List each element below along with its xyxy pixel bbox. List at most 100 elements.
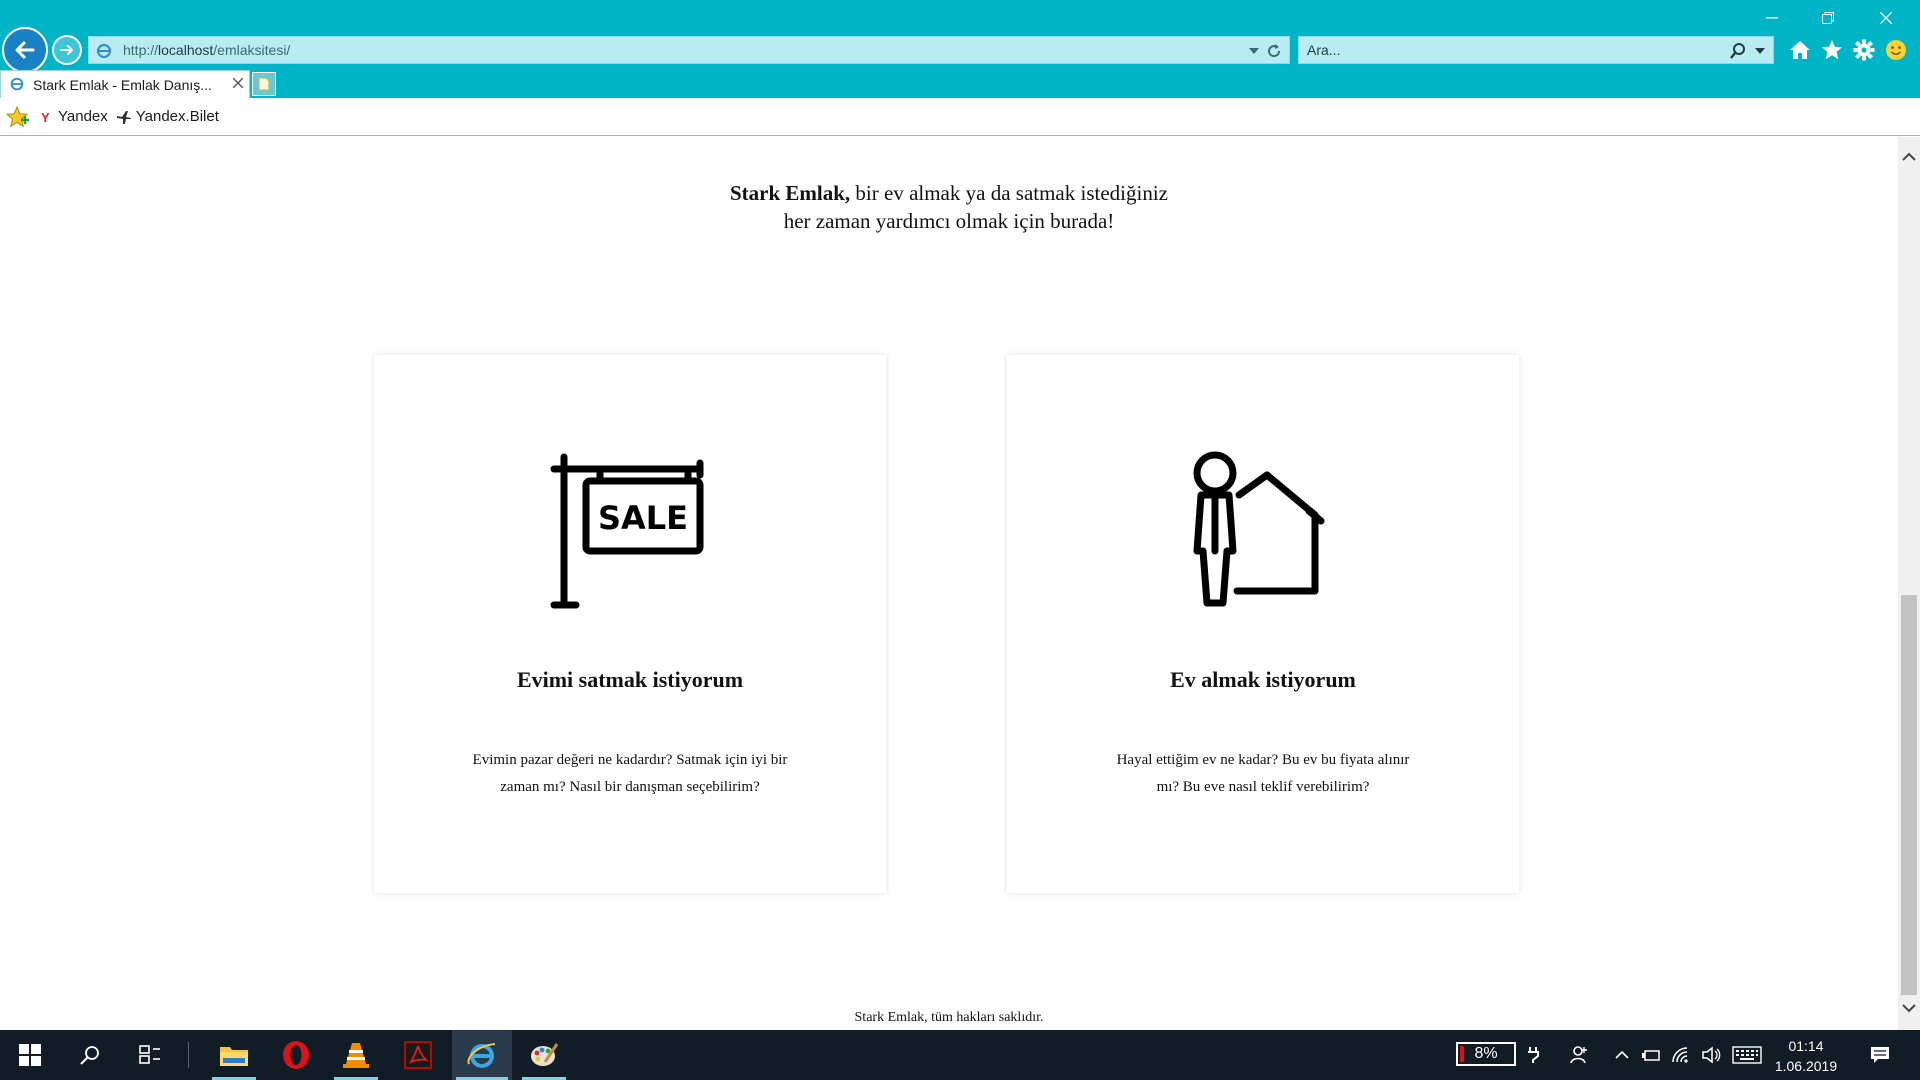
power-plug-icon	[1520, 1030, 1546, 1080]
chevron-down-icon[interactable]	[1755, 47, 1765, 55]
scroll-thumb[interactable]	[1901, 595, 1917, 995]
intro-tagline: Stark Emlak, bir ev almak ya da satmak i…	[0, 179, 1898, 235]
paint-icon	[531, 1043, 559, 1066]
tagline-text: bir ev almak ya da satmak istediğiniz	[850, 181, 1168, 205]
start-button[interactable]	[0, 1030, 60, 1080]
taskbar-app-internet-explorer[interactable]	[452, 1030, 512, 1080]
favorite-yandex[interactable]: Y Yandex	[38, 108, 108, 125]
person-house-icon	[1193, 451, 1325, 607]
scroll-down-button[interactable]	[1901, 1000, 1917, 1016]
new-tab-icon	[258, 77, 270, 91]
task-view-icon	[139, 1045, 160, 1064]
favorites-button[interactable]	[1816, 36, 1848, 64]
sell-home-card[interactable]: SALE Evimi satmak istiyorum Evimin pazar…	[374, 355, 886, 893]
favorite-yandex-bilet[interactable]: Yandex.Bilet	[116, 108, 219, 125]
taskbar-clock[interactable]: 01:14 1.06.2019	[1766, 1036, 1846, 1076]
tab-bar: Stark Emlak - Emlak Danış...	[0, 70, 1920, 98]
page-viewport: Stark Emlak, bir ev almak ya da satmak i…	[0, 137, 1898, 1030]
arrow-left-icon	[15, 41, 35, 59]
volume-button[interactable]	[1698, 1030, 1724, 1080]
taskbar-app-paint[interactable]	[518, 1030, 570, 1080]
browser-chrome: http://localhost/emlaksitesi/ Ara... Sta…	[0, 0, 1920, 98]
card-description-line: Evimin pazar değeri ne kadardır? Satmak …	[472, 752, 788, 768]
clock-time: 01:14	[1788, 1038, 1824, 1054]
close-icon	[1880, 12, 1892, 24]
toolbar-icons	[1784, 36, 1912, 64]
usb-device-icon	[1642, 1050, 1660, 1061]
home-icon	[1790, 41, 1810, 59]
plane-icon	[116, 110, 131, 124]
action-center-button[interactable]	[1862, 1030, 1898, 1080]
chevron-down-icon	[1902, 1004, 1916, 1013]
address-bar[interactable]: http://localhost/emlaksitesi/	[88, 36, 1290, 64]
brand-name: Stark Emlak,	[729, 181, 851, 205]
forward-button[interactable]	[52, 35, 82, 65]
minimize-icon	[1766, 17, 1778, 19]
yandex-icon: Y	[38, 108, 52, 125]
battery-level-fill	[1460, 1046, 1464, 1062]
home-button[interactable]	[1784, 36, 1816, 64]
wifi-icon	[1672, 1047, 1688, 1063]
internet-explorer-icon	[467, 1043, 496, 1068]
url-text: http://localhost/emlaksitesi/	[123, 42, 291, 58]
favorite-label: Yandex.Bilet	[135, 108, 219, 125]
close-window-button[interactable]	[1858, 4, 1914, 32]
speaker-icon	[1702, 1046, 1721, 1064]
acrobat-icon	[404, 1041, 432, 1069]
card-title: Evimi satmak istiyorum	[516, 667, 744, 692]
battery-indicator[interactable]: 8%	[1456, 1042, 1516, 1066]
search-icon	[80, 1046, 99, 1065]
people-button[interactable]	[1564, 1030, 1594, 1080]
taskbar-app-vlc[interactable]	[330, 1030, 382, 1080]
arrow-right-icon	[60, 45, 73, 55]
card-description: Hayal ettiğim ev ne kadar? Bu ev bu fiya…	[1079, 747, 1447, 801]
wifi-button[interactable]	[1668, 1030, 1694, 1080]
people-icon	[1570, 1046, 1587, 1064]
add-favorites-icon[interactable]	[6, 105, 30, 128]
taskbar-search-button[interactable]	[62, 1030, 118, 1080]
card-description-line: zaman mı? Nasıl bir danışman seçebilirim…	[500, 779, 760, 795]
windows-taskbar: 8% 01:14 1.06.2019	[0, 1030, 1920, 1080]
taskbar-app-opera[interactable]	[270, 1030, 322, 1080]
taskbar-divider	[188, 1042, 189, 1068]
back-button[interactable]	[2, 27, 48, 73]
battery-percent: 8%	[1474, 1045, 1498, 1062]
ie-page-icon	[96, 43, 112, 59]
windows-logo-icon	[19, 1044, 41, 1066]
chevron-up-icon	[1615, 1050, 1629, 1059]
scroll-up-button[interactable]	[1901, 149, 1917, 165]
refresh-icon[interactable]	[1265, 42, 1283, 60]
chevron-down-icon[interactable]	[1249, 47, 1259, 55]
show-hidden-icons-button[interactable]	[1610, 1030, 1634, 1080]
search-box[interactable]: Ara...	[1298, 36, 1774, 64]
tab-active[interactable]: Stark Emlak - Emlak Danış...	[0, 70, 250, 98]
clock-date: 1.06.2019	[1774, 1058, 1838, 1074]
keyboard-icon	[1732, 1046, 1762, 1064]
file-explorer-icon	[220, 1047, 248, 1066]
new-tab-button[interactable]	[252, 72, 276, 96]
search-icon[interactable]	[1729, 42, 1747, 60]
minimize-button[interactable]	[1744, 4, 1800, 32]
tab-close-button[interactable]	[232, 75, 244, 93]
for-sale-sign-icon: SALE	[550, 453, 704, 609]
settings-button[interactable]	[1848, 36, 1880, 64]
card-description-line: Hayal ettiğim ev ne kadar? Bu ev bu fiya…	[1116, 752, 1410, 768]
tab-title: Stark Emlak - Emlak Danış...	[33, 76, 212, 93]
buy-home-card[interactable]: Ev almak istiyorum Hayal ettiğim ev ne k…	[1007, 355, 1519, 893]
restore-button[interactable]	[1800, 4, 1856, 32]
taskbar-app-acrobat[interactable]	[392, 1030, 444, 1080]
vertical-scrollbar[interactable]	[1898, 137, 1920, 1030]
touch-keyboard-button[interactable]	[1730, 1030, 1764, 1080]
ie-page-icon	[10, 77, 24, 91]
taskbar-app-file-explorer[interactable]	[208, 1030, 260, 1080]
card-description-line: mı? Bu eve nasıl teklif verebilirim?	[1156, 779, 1370, 795]
footer-copyright: Stark Emlak, tüm hakları saklıdır.	[854, 1010, 1044, 1025]
task-view-button[interactable]	[122, 1030, 178, 1080]
card-title: Ev almak istiyorum	[1170, 667, 1356, 692]
opera-icon	[283, 1041, 309, 1069]
tagline-text-line2: her zaman yardımcı olmak için burada!	[783, 209, 1115, 233]
feedback-button[interactable]	[1880, 36, 1912, 64]
removable-device-button[interactable]	[1638, 1030, 1664, 1080]
favorites-bar: Y Yandex Yandex.Bilet	[0, 98, 1920, 136]
sign-text: SALE	[598, 499, 688, 537]
